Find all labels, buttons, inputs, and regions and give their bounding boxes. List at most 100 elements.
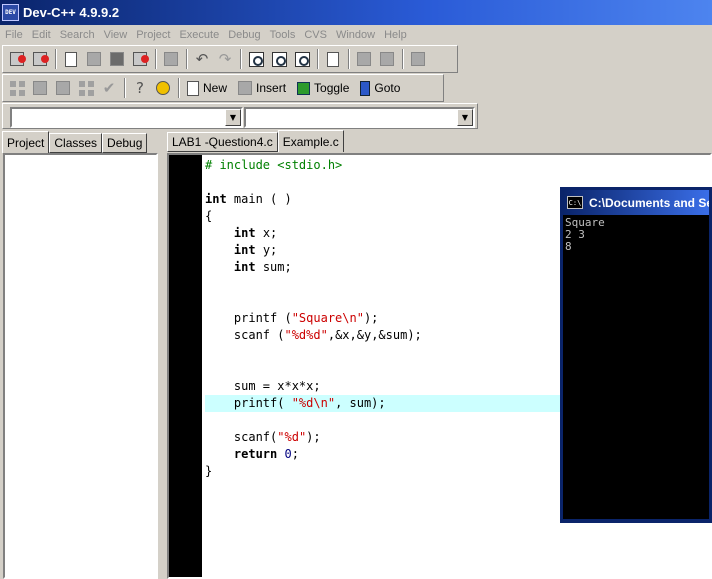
toggle-label: Toggle <box>314 81 350 95</box>
function-select[interactable]: ▼ <box>244 107 475 128</box>
project-options-button[interactable] <box>408 49 428 69</box>
toggle-bookmark-icon <box>297 81 311 95</box>
tab-lab1-question4[interactable]: LAB1 -Question4.c <box>167 132 278 152</box>
goto-label: Goto <box>374 81 401 95</box>
toolbar-separator <box>402 49 404 69</box>
menu-view[interactable]: View <box>99 29 132 41</box>
main-signature: main ( ) <box>226 192 292 206</box>
menu-project[interactable]: Project <box>131 29 174 41</box>
string-literal: "%d%d" <box>284 328 328 342</box>
tab-example[interactable]: Example.c <box>277 130 344 152</box>
call: scanf( <box>233 430 278 444</box>
find-button[interactable] <box>246 49 266 69</box>
goto-bookmark-icon <box>360 80 371 96</box>
insert-label: Insert <box>256 81 287 95</box>
console-icon[interactable]: C:\ <box>567 196 583 209</box>
console-output[interactable]: Square 2 3 8 <box>563 215 709 519</box>
check-syntax-button[interactable]: ✔ <box>99 78 119 98</box>
save-all-button[interactable] <box>107 49 127 69</box>
menu-help[interactable]: Help <box>379 29 411 41</box>
console-line: 8 <box>565 240 572 253</box>
toolbar-separator <box>317 49 319 69</box>
tab-project[interactable]: Project <box>2 131 50 153</box>
open-file-button[interactable] <box>30 49 50 69</box>
project-options-icon <box>411 52 425 66</box>
menu-bar: File Edit Search View Project Execute De… <box>0 25 712 44</box>
goto-button[interactable]: Goto <box>357 77 406 99</box>
new-file-button[interactable] <box>61 49 81 69</box>
remove-from-project-button[interactable] <box>377 49 397 69</box>
tab-debug[interactable]: Debug <box>102 133 148 153</box>
title-bar[interactable]: DEV Dev-C++ 4.9.9.2 <box>0 0 712 25</box>
string-literal: "%d" <box>277 430 307 444</box>
project-tree-panel[interactable] <box>3 153 158 579</box>
declaration: sum; <box>255 260 292 274</box>
print-button[interactable] <box>161 49 181 69</box>
keyword: int <box>233 226 256 240</box>
app-icon[interactable]: DEV <box>2 4 19 21</box>
keyword: return <box>233 447 278 461</box>
menu-window[interactable]: Window <box>331 29 379 41</box>
menu-cvs[interactable]: CVS <box>299 29 331 41</box>
close-file-icon <box>133 52 149 66</box>
tab-classes[interactable]: Classes <box>49 133 103 153</box>
goto-line-button[interactable] <box>323 49 343 69</box>
menu-file[interactable]: File <box>0 29 27 41</box>
help-button[interactable]: ? <box>130 78 150 98</box>
menu-debug[interactable]: Debug <box>223 29 264 41</box>
code-line: # include <stdio.h> <box>205 157 710 174</box>
toolbar-separator <box>240 49 242 69</box>
toolbar-separator <box>155 49 157 69</box>
open-project-icon <box>10 52 26 66</box>
remove-from-project-icon <box>380 52 394 66</box>
find-next-button[interactable] <box>292 49 312 69</box>
smiley-icon <box>156 81 170 95</box>
rebuild-button[interactable] <box>76 78 96 98</box>
new-button[interactable]: New <box>184 77 233 99</box>
declaration: x; <box>255 226 278 240</box>
insert-button[interactable]: Insert <box>235 77 292 99</box>
main-toolbar: ↶ ↷ <box>2 45 458 73</box>
string-literal: "Square\n" <box>291 311 364 325</box>
add-to-project-button[interactable] <box>354 49 374 69</box>
compile-toolbar: ✔ ? New Insert Toggle Goto <box>2 74 444 102</box>
chevron-down-icon[interactable]: ▼ <box>225 109 241 126</box>
undo-button[interactable]: ↶ <box>192 49 212 69</box>
find-next-icon <box>294 51 310 67</box>
save-icon <box>87 52 101 66</box>
open-project-button[interactable] <box>7 49 27 69</box>
find-icon <box>248 51 264 67</box>
editor-tabs: LAB1 -Question4.c Example.c <box>167 130 344 152</box>
menu-edit[interactable]: Edit <box>27 29 55 41</box>
chevron-down-icon[interactable]: ▼ <box>457 109 473 126</box>
redo-button[interactable]: ↷ <box>215 49 235 69</box>
open-file-icon <box>33 52 49 66</box>
editor-gutter[interactable] <box>169 155 202 577</box>
save-button[interactable] <box>84 49 104 69</box>
call: printf ( <box>233 311 292 325</box>
menu-tools[interactable]: Tools <box>265 29 300 41</box>
replace-button[interactable] <box>269 49 289 69</box>
about-button[interactable] <box>153 78 173 98</box>
compile-button[interactable] <box>7 78 27 98</box>
insert-icon <box>238 81 253 95</box>
menu-search[interactable]: Search <box>55 29 99 41</box>
new-file-icon <box>65 51 77 67</box>
toolbar-separator <box>178 78 180 98</box>
compile-run-icon <box>56 81 70 95</box>
window-title: Dev-C++ 4.9.9.2 <box>23 5 120 20</box>
keyword: int <box>233 260 256 274</box>
close-button[interactable] <box>130 49 150 69</box>
toggle-button[interactable]: Toggle <box>294 77 355 99</box>
call-end: ,&x,&y,&sum); <box>327 328 422 342</box>
console-title-bar[interactable]: C:\ C:\Documents and Settings <box>563 190 709 215</box>
declaration: y; <box>255 243 278 257</box>
console-window[interactable]: C:\ C:\Documents and Settings Square 2 3… <box>560 187 712 523</box>
compile-run-button[interactable] <box>53 78 73 98</box>
run-button[interactable] <box>30 78 50 98</box>
menu-execute[interactable]: Execute <box>174 29 223 41</box>
class-select[interactable]: ▼ <box>10 107 243 128</box>
class-browser-bar: ▼ ▼ <box>2 103 478 129</box>
console-title: C:\Documents and Settings <box>589 195 709 210</box>
rebuild-icon <box>78 80 94 96</box>
